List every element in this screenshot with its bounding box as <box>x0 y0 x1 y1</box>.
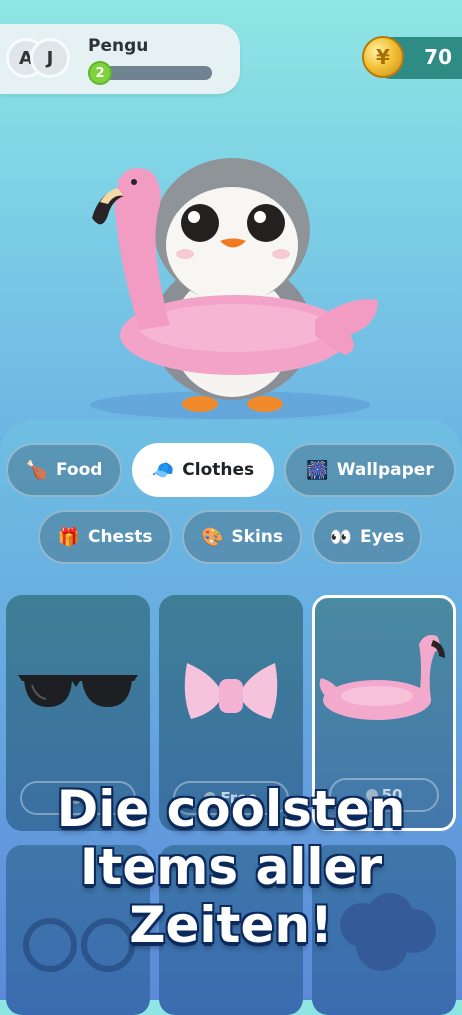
tab-food[interactable]: 🍗 Food <box>6 443 122 497</box>
coin-count: 70 <box>424 45 452 69</box>
pet-illustration[interactable] <box>60 120 400 420</box>
promo-headline: Die coolsten Items aller Zeiten! <box>0 780 462 954</box>
cap-icon: 🧢 <box>151 459 175 481</box>
palette-icon: 🎨 <box>200 526 224 548</box>
tab-label: Skins <box>231 527 284 547</box>
tab-label: Wallpaper <box>336 460 434 480</box>
flamingo-float-icon <box>319 635 445 720</box>
tab-label: Food <box>55 460 103 480</box>
xp-progress-bar <box>100 66 212 80</box>
promo-line: Items aller <box>79 838 383 896</box>
level-badge: 2 <box>88 61 112 85</box>
eyes-icon: 👀 <box>329 526 353 548</box>
coin-icon: ¥ <box>362 36 404 78</box>
bow-icon <box>184 663 278 719</box>
tab-label: Eyes <box>360 527 405 547</box>
tab-clothes[interactable]: 🧢 Clothes <box>132 443 274 497</box>
tab-eyes[interactable]: 👀 Eyes <box>312 510 422 564</box>
fireworks-icon: 🎆 <box>306 459 329 481</box>
promo-line: Zeiten! <box>129 896 333 954</box>
promo-line: Die coolsten <box>56 780 406 838</box>
avatar[interactable]: J <box>30 38 70 78</box>
profile-bar[interactable]: A J Pengu 2 <box>0 24 240 94</box>
tab-chests[interactable]: 🎁 Chests <box>38 510 172 564</box>
sunglasses-icon <box>18 675 138 707</box>
tab-label: Chests <box>87 527 153 547</box>
tab-skins[interactable]: 🎨 Skins <box>182 510 302 564</box>
tab-label: Clothes <box>182 460 255 480</box>
username: Pengu <box>88 36 149 56</box>
gift-icon: 🎁 <box>57 526 80 548</box>
penguin-icon <box>90 158 378 419</box>
drumstick-icon: 🍗 <box>25 459 48 481</box>
tab-wallpaper[interactable]: 🎆 Wallpaper <box>284 443 456 497</box>
